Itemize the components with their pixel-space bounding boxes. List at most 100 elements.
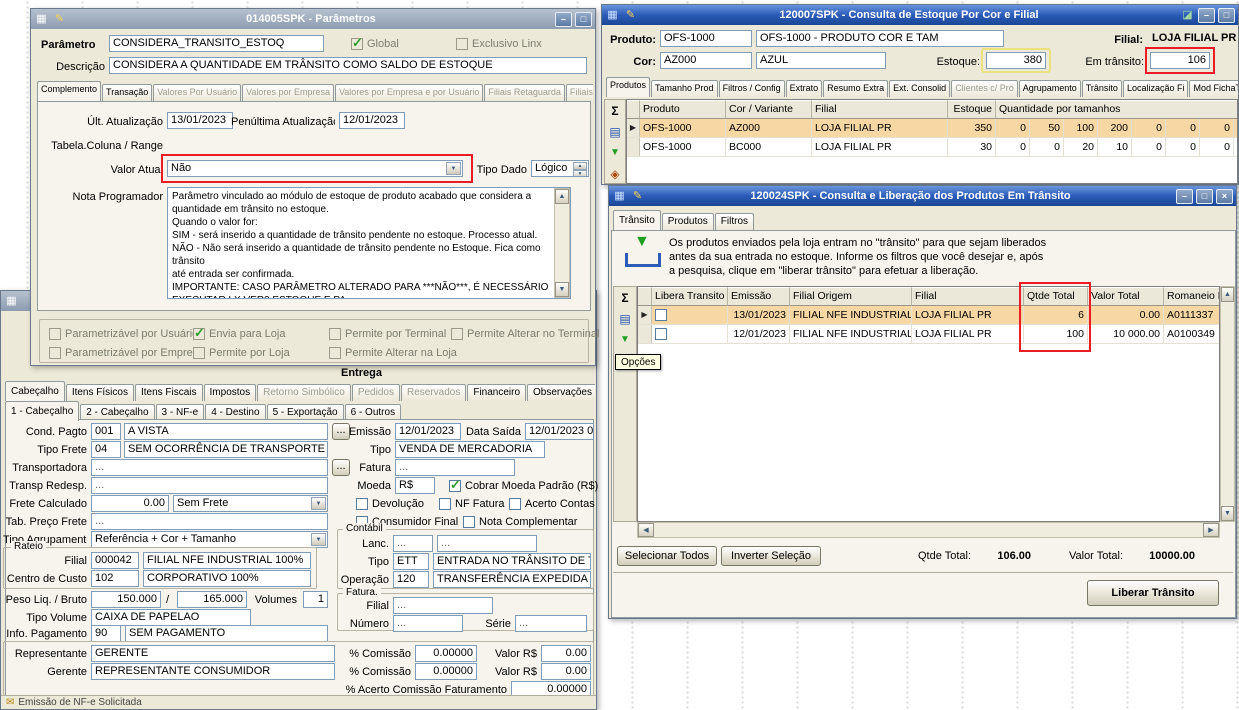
peso-liq-field[interactable]: 150.000 xyxy=(91,591,161,608)
tab-resumo-extra[interactable]: Resumo Extra xyxy=(823,80,888,97)
col-cor-variante[interactable]: Cor / Variante xyxy=(726,100,812,119)
fatura-field[interactable]: ... xyxy=(395,459,515,476)
tipo-dado-spinner[interactable]: Lógico▲▼ xyxy=(531,160,589,177)
permite-terminal-checkbox[interactable]: Permite por Terminal xyxy=(329,327,446,341)
penultima-atualizacao-field[interactable]: 12/01/2023 xyxy=(339,112,405,129)
tab-localizacao[interactable]: Localização Fi xyxy=(1123,80,1189,97)
tab-valores-usuario[interactable]: Valores Por Usuário xyxy=(153,84,241,101)
cobrar-moeda-checkbox[interactable]: Cobrar Moeda Padrão (R$) xyxy=(449,479,598,493)
green-arrow-icon[interactable]: ▼ xyxy=(606,145,624,161)
export-icon[interactable]: ▤ xyxy=(616,311,634,327)
contabil-tipo-code-field[interactable]: ETT xyxy=(393,553,429,570)
cond-pagto-field[interactable]: A VISTA xyxy=(124,423,328,440)
stock-row[interactable]: ▶ OFS-1000 AZ000 LOJA FILIAL PR 350 0 50… xyxy=(627,119,1237,138)
descricao-field[interactable]: CONSIDERA A QUANTIDADE EM TRÂNSITO COMO … xyxy=(109,57,587,74)
parametrizavel-usuario-checkbox[interactable]: Parametrizável por Usuário xyxy=(49,327,198,341)
transit-row[interactable]: 12/01/2023 FILIAL NFE INDUSTRIAL LOJA FI… xyxy=(638,325,1219,344)
spinner-buttons[interactable]: ▲▼ xyxy=(573,162,587,175)
selecionar-todos-button[interactable]: Selecionar Todos xyxy=(617,546,717,566)
tab-valores-empresa-usuario[interactable]: Valores por Empresa e por Usuário xyxy=(335,84,483,101)
global-checkbox[interactable]: Global xyxy=(351,37,399,51)
permite-por-loja-checkbox[interactable]: Permite por Loja xyxy=(193,346,290,360)
numero-field[interactable]: ... xyxy=(393,615,463,632)
tipo-volume-field[interactable]: CAIXA DE PAPELAO xyxy=(91,609,251,626)
tab-transito[interactable]: Trânsito xyxy=(613,210,661,230)
param-titlebar[interactable]: ▦ ✎ 014005SPK - Parâmetros – □ xyxy=(31,9,595,29)
comissao-field-1[interactable]: 0.00000 xyxy=(415,645,477,662)
tab-produtos[interactable]: Produtos xyxy=(662,213,714,230)
representante-field[interactable]: GERENTE xyxy=(91,645,335,662)
fatura-filial-field[interactable]: ... xyxy=(393,597,493,614)
centro-custo-field[interactable]: CORPORATIVO 100% xyxy=(143,570,311,587)
libera-checkbox[interactable] xyxy=(655,309,667,321)
maximize-button[interactable]: □ xyxy=(575,12,592,27)
tab-itens-fisicos[interactable]: Itens Físicos xyxy=(66,384,134,401)
info-pagamento-code-field[interactable]: 90 xyxy=(91,625,121,642)
tab-cabecalho[interactable]: Cabeçalho xyxy=(5,381,65,401)
frete-calculado-field[interactable]: 0.00 xyxy=(91,495,169,512)
scroll-up-icon[interactable]: ▲ xyxy=(1221,287,1234,302)
tab-transacao[interactable]: Transação xyxy=(102,84,152,101)
produto-desc-field[interactable]: OFS-1000 - PRODUTO COR E TAM xyxy=(756,30,1004,47)
map-icon[interactable]: ◈ xyxy=(606,166,624,182)
devolucao-checkbox[interactable]: Devolução xyxy=(356,497,424,511)
lanc-field-1[interactable]: ... xyxy=(393,535,433,552)
data-saida-field[interactable]: 12/01/2023 00:00:00 xyxy=(525,423,594,440)
ult-atualizacao-field[interactable]: 13/01/2023 xyxy=(167,112,233,129)
tab-filiais-retaguarda[interactable]: Filiais Retaguarda xyxy=(484,84,565,101)
vertical-scrollbar[interactable]: ▲ ▼ xyxy=(1220,286,1235,522)
tab-agrupamento[interactable]: Agrupamento xyxy=(1019,80,1081,97)
spin-down-icon[interactable]: ▼ xyxy=(573,170,587,177)
tipo-field[interactable]: VENDA DE MERCADORIA xyxy=(395,441,545,458)
maximize-button[interactable]: □ xyxy=(1196,189,1213,204)
tab-impostos[interactable]: Impostos xyxy=(204,384,257,401)
tab-observacoes[interactable]: Observações xyxy=(527,384,595,401)
operacao-field[interactable]: TRANSFERÊNCIA EXPEDIDA xyxy=(433,571,591,588)
tab-financeiro[interactable]: Financeiro xyxy=(467,384,526,401)
nota-complementar-checkbox[interactable]: Nota Complementar xyxy=(463,515,577,529)
lanc-field-2[interactable]: ... xyxy=(437,535,537,552)
sigma-icon[interactable]: Σ xyxy=(616,290,634,306)
parametrizavel-empresa-checkbox[interactable]: Parametrizável por Empresa xyxy=(49,346,204,360)
tab-clientes[interactable]: Clientes c/ Pro xyxy=(951,80,1018,97)
tab-itens-fiscais[interactable]: Itens Fiscais xyxy=(135,384,203,401)
sigma-icon[interactable]: Σ xyxy=(606,103,624,119)
minimize-button[interactable]: – xyxy=(1198,8,1215,23)
transportadora-field[interactable]: ... xyxy=(91,459,328,476)
chevron-down-icon[interactable]: ▼ xyxy=(311,497,326,510)
tab-filiais-loja[interactable]: Filiais Loja xyxy=(566,84,593,101)
cond-pagto-code-field[interactable]: 001 xyxy=(91,423,121,440)
liberar-transito-button[interactable]: Liberar Trânsito xyxy=(1087,580,1219,606)
nota-programador-text[interactable]: Parâmetro vinculado ao módulo de estoque… xyxy=(167,187,571,299)
valor-atual-dropdown[interactable]: Não▼ xyxy=(167,160,463,177)
info-pagamento-field[interactable]: SEM PAGAMENTO xyxy=(125,625,328,642)
parametro-field[interactable]: CONSIDERA_TRANSITO_ESTOQ xyxy=(109,35,324,52)
tab-retorno-simbolico[interactable]: Retorno Simbólico xyxy=(257,384,351,401)
tab-filtros[interactable]: Filtros xyxy=(715,213,754,230)
centro-custo-code-field[interactable]: 102 xyxy=(91,570,139,587)
em-transito-field[interactable]: 106 xyxy=(1150,52,1210,69)
close-button[interactable]: × xyxy=(1216,189,1233,204)
estoque-titlebar[interactable]: ▦ ✎ 120007SPK - Consulta de Estoque Por … xyxy=(602,5,1238,25)
spin-up-icon[interactable]: ▲ xyxy=(573,162,587,170)
tipo-agrupamento-dropdown[interactable]: Referência + Cor + Tamanho▼ xyxy=(91,531,328,548)
green-arrow-icon[interactable]: ▼ xyxy=(616,332,634,348)
col-emissao[interactable]: Emissão xyxy=(728,287,790,306)
tipo-frete-field[interactable]: SEM OCORRÊNCIA DE TRANSPORTE xyxy=(124,441,328,458)
col-estoque[interactable]: Estoque xyxy=(948,100,996,119)
permite-alterar-loja-checkbox[interactable]: Permite Alterar na Loja xyxy=(329,346,457,360)
acerto-contas-checkbox[interactable]: Acerto Contas xyxy=(509,497,595,511)
emissao-field[interactable]: 12/01/2023 xyxy=(395,423,461,440)
tab-filtros-config[interactable]: Filtros / Config xyxy=(719,80,785,97)
subtab-1-cabecalho[interactable]: 1 - Cabeçalho xyxy=(5,401,79,421)
tab-tamanho-prod[interactable]: Tamanho Prod xyxy=(651,80,718,97)
minimize-button[interactable]: – xyxy=(555,12,572,27)
produto-cod-field[interactable]: OFS-1000 xyxy=(660,30,752,47)
peso-bruto-field[interactable]: 165.000 xyxy=(177,591,247,608)
exclusivo-linx-checkbox[interactable]: Exclusivo Linx xyxy=(456,37,542,51)
maximize-button[interactable]: □ xyxy=(1218,8,1235,23)
tab-reservados[interactable]: Reservados xyxy=(401,384,466,401)
chevron-down-icon[interactable]: ▼ xyxy=(446,162,461,175)
cor-desc-field[interactable]: AZUL xyxy=(756,52,886,69)
operacao-code-field[interactable]: 120 xyxy=(393,571,429,588)
